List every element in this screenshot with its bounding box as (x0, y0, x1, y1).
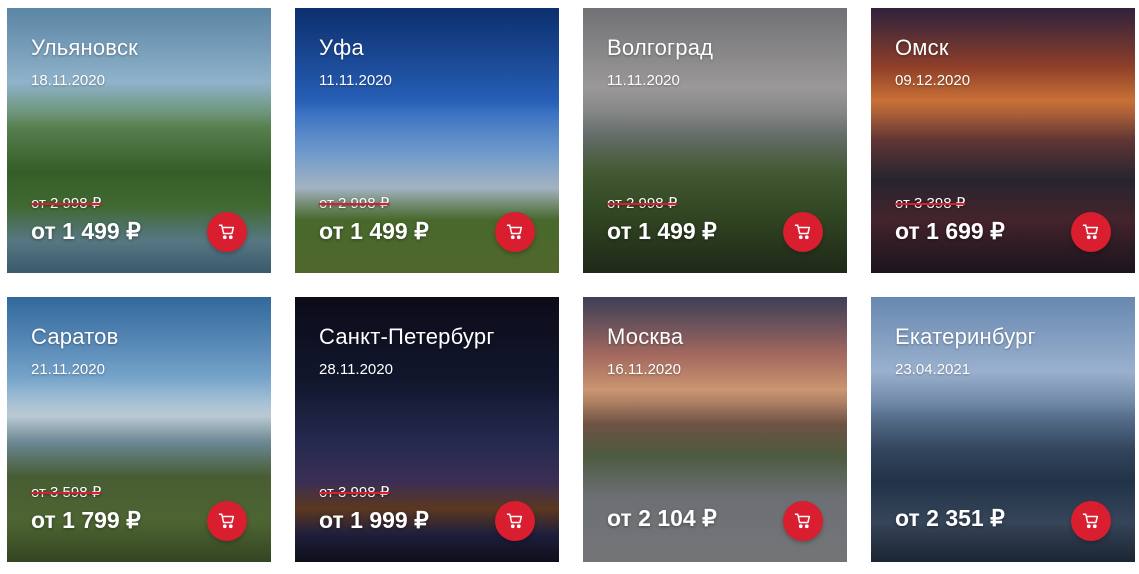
flight-date: 11.11.2020 (607, 72, 680, 89)
old-price: от 2 998 ₽ (31, 195, 102, 212)
destination-card-saint-petersburg[interactable]: Санкт-Петербург 28.11.2020 от 3 998 ₽ от… (295, 297, 559, 562)
cart-icon (218, 224, 235, 240)
old-price: от 3 398 ₽ (895, 195, 966, 212)
flight-date: 21.11.2020 (31, 361, 105, 378)
city-name: Саратов (31, 324, 119, 349)
destination-card-ulyanovsk[interactable]: Ульяновск 18.11.2020 от 2 998 ₽ от 1 499… (7, 8, 271, 273)
flight-date: 11.11.2020 (319, 72, 392, 89)
add-to-cart-button[interactable] (495, 212, 535, 252)
add-to-cart-button[interactable] (783, 212, 823, 252)
price: от 2 104 ₽ (607, 505, 717, 531)
price: от 1 699 ₽ (895, 218, 1005, 244)
price: от 1 999 ₽ (319, 507, 429, 533)
destination-card-volgograd[interactable]: Волгоград 11.11.2020 от 2 998 ₽ от 1 499… (583, 8, 847, 273)
old-price: от 2 998 ₽ (319, 195, 390, 212)
city-name: Волгоград (607, 35, 714, 60)
add-to-cart-button[interactable] (495, 501, 535, 541)
add-to-cart-button[interactable] (1071, 212, 1111, 252)
destination-card-yekaterinburg[interactable]: Екатеринбург 23.04.2021 от 2 351 ₽ (871, 297, 1135, 562)
price: от 2 351 ₽ (895, 505, 1005, 531)
destination-card-saratov[interactable]: Саратов 21.11.2020 от 3 598 ₽ от 1 799 ₽ (7, 297, 271, 562)
add-to-cart-button[interactable] (207, 501, 247, 541)
cart-icon (794, 224, 811, 240)
flight-date: 09.12.2020 (895, 72, 971, 89)
add-to-cart-button[interactable] (207, 212, 247, 252)
city-name: Москва (607, 324, 684, 349)
old-price: от 2 998 ₽ (607, 195, 678, 212)
cart-icon (794, 513, 811, 529)
flight-date: 16.11.2020 (607, 361, 681, 378)
add-to-cart-button[interactable] (783, 501, 823, 541)
old-price: от 3 998 ₽ (319, 484, 390, 501)
price: от 1 499 ₽ (319, 218, 429, 244)
cart-icon (1082, 224, 1099, 240)
price: от 1 499 ₽ (607, 218, 717, 244)
city-name: Санкт-Петербург (319, 324, 495, 349)
destination-card-ufa[interactable]: Уфа 11.11.2020 от 2 998 ₽ от 1 499 ₽ (295, 8, 559, 273)
cart-icon (218, 513, 235, 529)
price: от 1 799 ₽ (31, 507, 141, 533)
city-name: Ульяновск (31, 35, 138, 60)
city-name: Уфа (319, 35, 364, 60)
flight-date: 23.04.2021 (895, 361, 971, 378)
flight-date: 18.11.2020 (31, 72, 105, 89)
flight-date: 28.11.2020 (319, 361, 393, 378)
add-to-cart-button[interactable] (1071, 501, 1111, 541)
cart-icon (506, 224, 523, 240)
price: от 1 499 ₽ (31, 218, 141, 244)
old-price: от 3 598 ₽ (31, 484, 102, 501)
destination-card-omsk[interactable]: Омск 09.12.2020 от 3 398 ₽ от 1 699 ₽ (871, 8, 1135, 273)
destination-card-moscow[interactable]: Москва 16.11.2020 от 2 104 ₽ (583, 297, 847, 562)
city-name: Екатеринбург (895, 324, 1036, 349)
city-name: Омск (895, 35, 949, 60)
cart-icon (1082, 513, 1099, 529)
cart-icon (506, 513, 523, 529)
